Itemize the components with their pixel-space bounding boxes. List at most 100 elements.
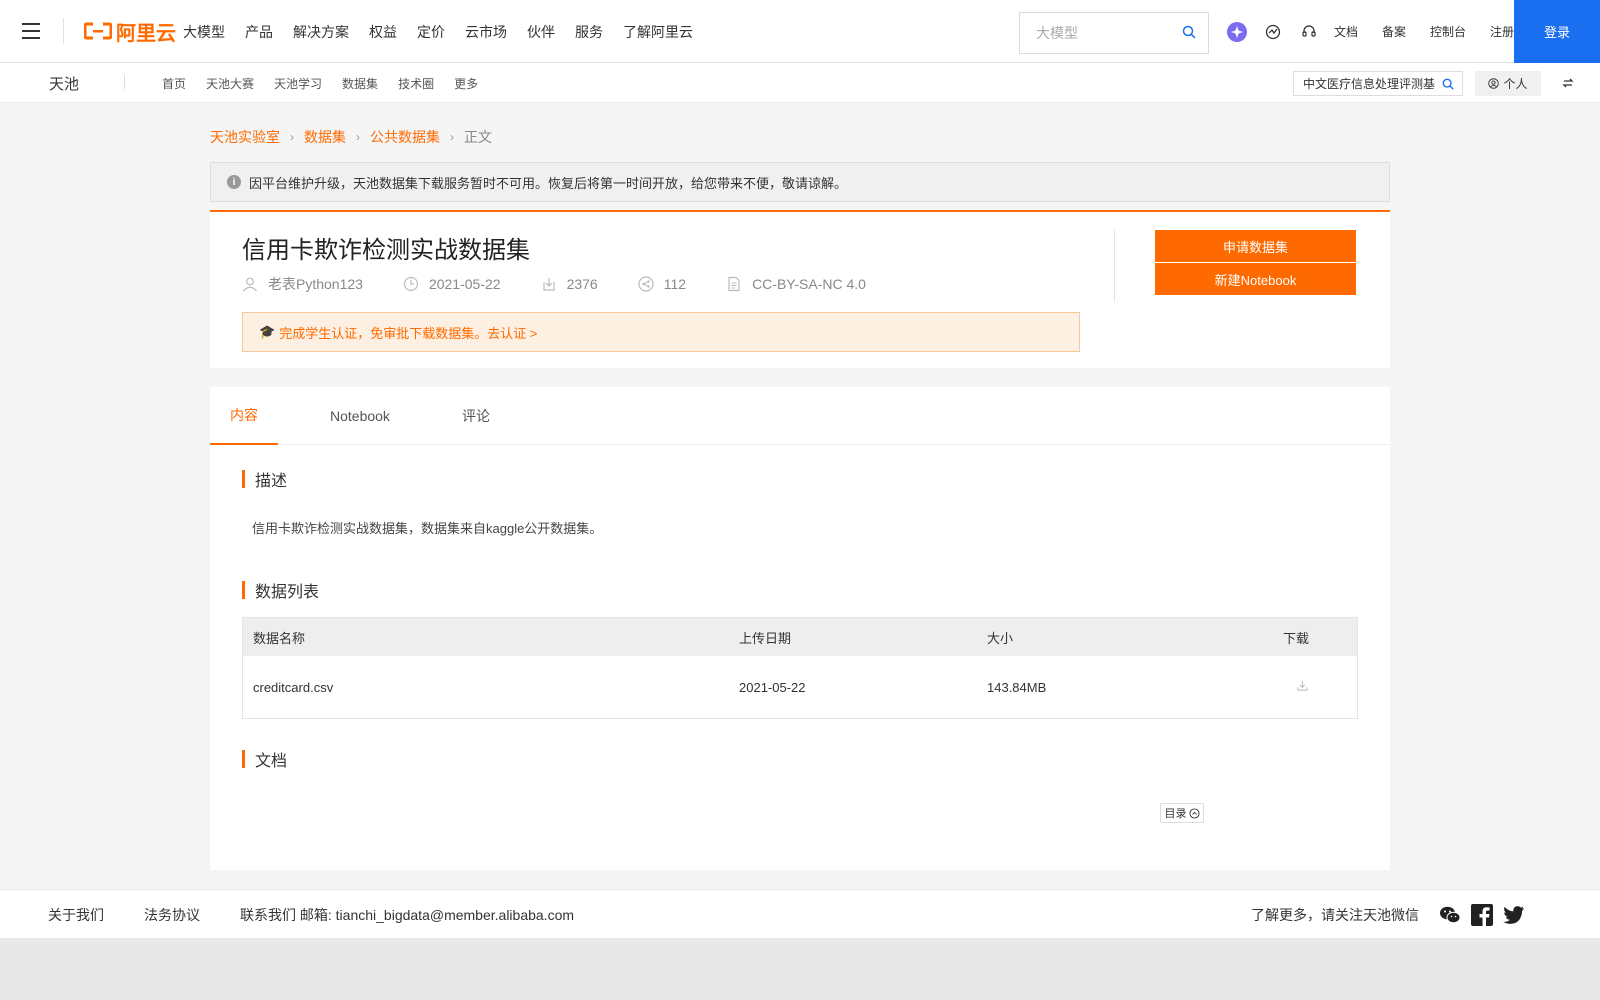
subnav-item-tech-circle[interactable]: 技术圈 — [398, 75, 434, 92]
nav-item-llm[interactable]: 大模型 — [183, 22, 225, 42]
section-documentation: 文档 — [242, 747, 287, 771]
tab-comments[interactable]: 评论 — [462, 387, 490, 445]
personal-label: 个人 — [1503, 77, 1528, 91]
meta-downloads: 2376 — [541, 276, 598, 292]
meta-date: 2021-05-22 — [403, 276, 501, 292]
chevron-right-icon: › — [290, 130, 294, 144]
col-header-size: 大小 — [987, 630, 1014, 646]
tianchi-subnav: 天池 首页 天池大赛 天池学习 数据集 技术圈 更多 个人 — [0, 63, 1600, 103]
console-link[interactable]: 控制台 — [1430, 23, 1466, 40]
footer-contact[interactable]: 联系我们 邮箱: tianchi_bigdata@member.alibaba.… — [240, 905, 574, 925]
facebook-icon[interactable] — [1471, 903, 1493, 926]
table-header: 数据名称 上传日期 大小 下载 — [243, 618, 1357, 656]
nav-item-solutions[interactable]: 解决方案 — [293, 22, 349, 42]
breadcrumb: 天池实验室 › 数据集 › 公共数据集 › 正文 — [210, 127, 492, 147]
subnav-item-more[interactable]: 更多 — [454, 75, 478, 92]
file-date: 2021-05-22 — [739, 679, 806, 695]
tab-content[interactable]: 内容 — [210, 387, 278, 445]
search-icon[interactable] — [1182, 25, 1196, 44]
search-icon[interactable] — [1442, 77, 1454, 95]
new-notebook-button[interactable]: 新建Notebook — [1155, 263, 1356, 295]
subnav-item-datasets[interactable]: 数据集 — [342, 75, 378, 92]
breadcrumb-datasets[interactable]: 数据集 — [304, 127, 346, 147]
section-title: 描述 — [255, 473, 288, 490]
activity-icon[interactable] — [1262, 21, 1284, 43]
tab-notebook[interactable]: Notebook — [330, 387, 390, 445]
top-right-icons — [1226, 0, 1334, 63]
top-search-box — [1019, 12, 1209, 54]
section-accent-bar — [242, 581, 245, 599]
nav-item-marketplace[interactable]: 云市场 — [465, 22, 507, 42]
chevron-right-icon: › — [356, 130, 360, 144]
footer-about-link[interactable]: 关于我们 — [48, 905, 104, 925]
footer-follow: 了解更多，请关注天池微信 — [1251, 890, 1525, 939]
nav-item-pricing[interactable]: 定价 — [417, 22, 445, 42]
user-circle-icon — [1488, 78, 1500, 89]
aliyun-logo[interactable]: 阿里云 — [84, 18, 176, 45]
breadcrumb-current: 正文 — [464, 129, 492, 145]
section-accent-bar — [242, 470, 245, 488]
follow-text: 了解更多，请关注天池微信 — [1251, 906, 1419, 923]
subnav-item-competitions[interactable]: 天池大赛 — [206, 75, 254, 92]
footer-legal-link[interactable]: 法务协议 — [144, 905, 200, 925]
nav-item-services[interactable]: 服务 — [575, 22, 603, 42]
main-nav: 大模型 产品 解决方案 权益 定价 云市场 伙伴 服务 了解阿里云 — [183, 0, 713, 63]
top-navbar: 阿里云 大模型 产品 解决方案 权益 定价 云市场 伙伴 服务 了解阿里云 文档… — [0, 0, 1600, 63]
section-accent-bar — [242, 750, 245, 768]
data-files-table: 数据名称 上传日期 大小 下载 creditcard.csv 2021-05-2… — [242, 617, 1358, 719]
student-cert-banner[interactable]: 🎓 完成学生认证，免审批下载数据集。去认证 > — [242, 312, 1080, 352]
divider — [124, 75, 125, 89]
twitter-icon[interactable] — [1503, 905, 1525, 924]
support-headset-icon[interactable] — [1298, 21, 1320, 43]
breadcrumb-tianchi-lab[interactable]: 天池实验室 — [210, 127, 280, 147]
nav-item-partners[interactable]: 伙伴 — [527, 22, 555, 42]
nav-item-about[interactable]: 了解阿里云 — [623, 22, 693, 42]
subnav-items: 首页 天池大赛 天池学习 数据集 技术圈 更多 — [162, 63, 498, 103]
switch-icon[interactable] — [1562, 76, 1574, 94]
author-name[interactable]: 老表Python123 — [268, 274, 363, 294]
section-title: 数据列表 — [255, 584, 320, 601]
menu-icon[interactable] — [22, 23, 40, 39]
tianchi-brand[interactable]: 天池 — [49, 73, 79, 94]
dataset-meta: 老表Python123 2021-05-22 2376 112 CC-BY-SA… — [242, 274, 906, 294]
download-icon[interactable] — [1296, 679, 1309, 695]
page-bottom-area — [0, 938, 1600, 1000]
user-icon — [243, 277, 257, 292]
login-button[interactable]: 登录 — [1514, 0, 1600, 63]
info-icon: i — [227, 175, 241, 189]
share-icon — [638, 276, 654, 292]
register-link[interactable]: 注册 — [1490, 23, 1514, 40]
section-data-list: 数据列表 — [242, 578, 319, 602]
personal-button[interactable]: 个人 — [1475, 71, 1541, 96]
ai-assistant-icon[interactable] — [1226, 21, 1248, 43]
file-size: 143.84MB — [987, 679, 1047, 695]
chevron-right-icon: › — [450, 130, 454, 144]
toc-button[interactable]: 目录 — [1160, 803, 1204, 823]
top-links: 文档 备案 控制台 注册 — [1334, 0, 1538, 63]
nav-item-benefits[interactable]: 权益 — [369, 22, 397, 42]
subnav-item-home[interactable]: 首页 — [162, 75, 186, 92]
apply-dataset-button[interactable]: 申请数据集 — [1155, 230, 1356, 262]
breadcrumb-public-datasets[interactable]: 公共数据集 — [370, 127, 440, 147]
wechat-icon[interactable] — [1439, 905, 1461, 925]
col-header-date: 上传日期 — [739, 630, 792, 646]
footer: 关于我们 法务协议 联系我们 邮箱: tianchi_bigdata@membe… — [0, 889, 1600, 938]
license-text: CC-BY-SA-NC 4.0 — [752, 276, 866, 292]
share-count: 112 — [663, 276, 687, 292]
docs-link[interactable]: 文档 — [1334, 23, 1358, 40]
subnav-search-input[interactable] — [1294, 72, 1439, 95]
icp-filing-link[interactable]: 备案 — [1382, 23, 1406, 40]
table-row: creditcard.csv 2021-05-22 143.84MB — [243, 656, 1357, 718]
col-header-download: 下载 — [1283, 630, 1310, 646]
clock-icon — [403, 276, 419, 292]
cert-text[interactable]: 完成学生认证，免审批下载数据集。去认证 > — [279, 323, 537, 342]
content-tabs: 内容 Notebook 评论 — [210, 387, 1390, 445]
download-icon — [542, 278, 555, 291]
download-count: 2376 — [566, 276, 598, 292]
subnav-item-learning[interactable]: 天池学习 — [274, 75, 322, 92]
top-search-input[interactable] — [1020, 13, 1170, 53]
chevron-up-circle-icon — [1188, 807, 1200, 819]
divider — [1114, 230, 1115, 302]
nav-item-products[interactable]: 产品 — [245, 22, 273, 42]
description-text: 信用卡欺诈检测实战数据集，数据集来自kaggle公开数据集。 — [252, 521, 603, 536]
